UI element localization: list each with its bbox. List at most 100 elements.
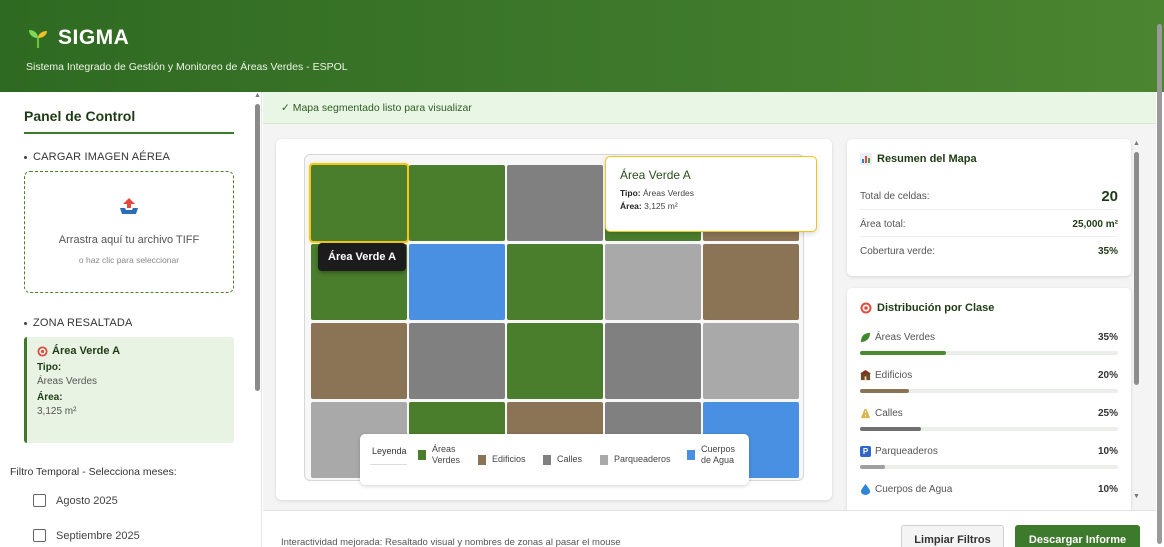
legend-swatch: [418, 450, 426, 460]
bullet-icon: [24, 155, 27, 159]
popup-area-label: Área:: [620, 201, 642, 211]
summary-row-area-total: Área total: 25,000 m²: [860, 212, 1118, 237]
scroll-up-arrow-icon[interactable]: ▲: [254, 92, 261, 99]
map-cell-lgray[interactable]: [605, 244, 701, 320]
dist-item-cuerpos-de-agua: Cuerpos de Agua 10%: [860, 484, 1118, 495]
map-cell-green[interactable]: [409, 165, 505, 241]
popup-title: Área Verde A: [620, 168, 691, 182]
dist-label: Cuerpos de Agua: [875, 484, 953, 495]
summary-title: Resumen del Mapa: [860, 153, 977, 165]
popup-area-value: 3,125 m²: [644, 201, 678, 211]
map-cell-blue[interactable]: [409, 244, 505, 320]
map-cell-gray[interactable]: [507, 165, 603, 241]
summary-label: Total de celdas:: [860, 190, 930, 202]
map-cell-lgray[interactable]: [703, 323, 799, 399]
dist-pct: 20%: [1097, 370, 1118, 381]
summary-value: 20: [1101, 187, 1118, 205]
time-filter-label: Filtro Temporal - Selecciona meses:: [10, 466, 177, 478]
zone-section-text: ZONA RESALTADA: [33, 317, 133, 329]
popup-type-label: Tipo:: [620, 188, 641, 198]
upload-dropzone[interactable]: Arrastra aquí tu archivo TIFF o haz clic…: [24, 171, 234, 293]
legend-item-parqueaderos: Parqueaderos: [600, 454, 671, 465]
dist-label: Parqueaderos: [875, 446, 938, 457]
map-cell-green[interactable]: [507, 323, 603, 399]
bullet-icon: [24, 321, 27, 325]
dist-fill: [860, 389, 909, 393]
scroll-down-arrow-icon[interactable]: ▼: [1133, 493, 1140, 500]
summary-title-text: Resumen del Mapa: [877, 153, 977, 165]
dist-fill: [860, 465, 885, 469]
month-checkbox-septiembre[interactable]: Septiembre 2025: [33, 529, 140, 542]
summary-row-cobertura-verde: Cobertura verde: 35%: [860, 239, 1118, 264]
map-cell-brown[interactable]: [311, 323, 407, 399]
map-cell-gray[interactable]: [409, 323, 505, 399]
map-legend: Leyenda Áreas Verdes Edificios Calles Pa…: [360, 434, 749, 485]
zone-name-text: Área Verde A: [52, 345, 121, 357]
dist-item-edificios: Edificios 20%: [860, 370, 1118, 393]
map-cell-gray[interactable]: [605, 323, 701, 399]
zone-section-label: ZONA RESALTADA: [24, 317, 133, 329]
upload-sub-text: o haz clic para seleccionar: [78, 255, 180, 265]
dist-item-calles: Calles 25%: [860, 408, 1118, 431]
zone-name: Área Verde A: [37, 345, 224, 357]
parking-icon: P: [860, 446, 871, 457]
popup-type-value: Áreas Verdes: [643, 188, 695, 198]
dist-track: [860, 351, 1118, 355]
checkbox[interactable]: [33, 494, 46, 507]
class-distribution-panel: Distribución por Clase Áreas Verdes 35% …: [847, 288, 1131, 510]
dist-label: Calles: [875, 408, 903, 419]
zone-info-popup: Área Verde A Tipo: Áreas Verdes Área: 3,…: [605, 156, 817, 232]
download-report-button[interactable]: Descargar Informe: [1015, 525, 1140, 547]
page-scrollbar[interactable]: [1156, 8, 1164, 547]
zone-area-value: 3,125 m²: [37, 406, 77, 417]
footer-bar: Interactividad mejorada: Resaltado visua…: [263, 510, 1156, 547]
panel-title-rule: [24, 132, 234, 134]
zone-area-label: Área:: [37, 392, 63, 403]
dist-fill: [860, 351, 946, 355]
legend-item-edificios: Edificios: [478, 454, 526, 465]
bar-chart-icon: [860, 153, 872, 165]
legend-divider: [370, 464, 407, 465]
map-cell-green[interactable]: [507, 244, 603, 320]
checkbox[interactable]: [33, 529, 46, 542]
legend-swatch: [478, 454, 486, 465]
legend-label: Calles: [557, 454, 583, 464]
summary-value: 35%: [1097, 246, 1118, 257]
dist-item-parqueaderos: P Parqueaderos 10%: [860, 446, 1118, 469]
hover-zone-tooltip: Área Verde A: [318, 243, 407, 271]
dist-track: [860, 465, 1118, 469]
scroll-up-arrow-icon[interactable]: ▲: [1133, 140, 1140, 147]
sidebar: Panel de Control CARGAR IMAGEN AÉREA Arr…: [0, 92, 262, 547]
map-cell-green[interactable]: [309, 163, 409, 243]
app-title: SIGMA: [58, 26, 130, 49]
right-panel-scroll-thumb[interactable]: [1134, 152, 1139, 385]
sprout-icon: [29, 30, 47, 48]
leaf-icon: [860, 332, 871, 343]
dist-track: [860, 427, 1118, 431]
upload-main-text: Arrastra aquí tu archivo TIFF: [58, 234, 200, 246]
month-checkbox-agosto[interactable]: Agosto 2025: [33, 494, 118, 507]
dist-track: [860, 389, 1118, 393]
page-scroll-thumb[interactable]: [1157, 24, 1162, 544]
map-cell-brown[interactable]: [703, 244, 799, 320]
right-panel-scrollbar[interactable]: ▲ ▼: [1133, 140, 1141, 500]
water-drop-icon: [860, 484, 871, 495]
legend-swatch: [687, 450, 695, 460]
dist-item-areas-verdes: Áreas Verdes 35%: [860, 332, 1118, 355]
summary-row-total-celdas: Total de celdas: 20: [860, 183, 1118, 210]
legend-label: Cuerpos de Agua: [701, 444, 736, 465]
status-text: ✓ Mapa segmentado listo para visualizar: [281, 102, 472, 114]
dist-pct: 25%: [1097, 408, 1118, 419]
summary-label: Área total:: [860, 218, 906, 230]
legend-swatch: [543, 454, 551, 465]
sidebar-scroll-thumb[interactable]: [255, 104, 260, 391]
sidebar-scrollbar[interactable]: ▲: [254, 92, 262, 547]
upload-section-text: CARGAR IMAGEN AÉREA: [33, 151, 171, 163]
dist-pct: 35%: [1097, 332, 1118, 343]
dist-pct: 10%: [1097, 446, 1118, 457]
highlighted-zone-card: Área Verde A Tipo: Áreas Verdes Área: 3,…: [24, 337, 234, 443]
target-icon: [37, 345, 48, 357]
month-label: Septiembre 2025: [56, 529, 140, 542]
clear-filters-button[interactable]: Limpiar Filtros: [901, 525, 1004, 547]
panel-title: Panel de Control: [24, 108, 136, 124]
